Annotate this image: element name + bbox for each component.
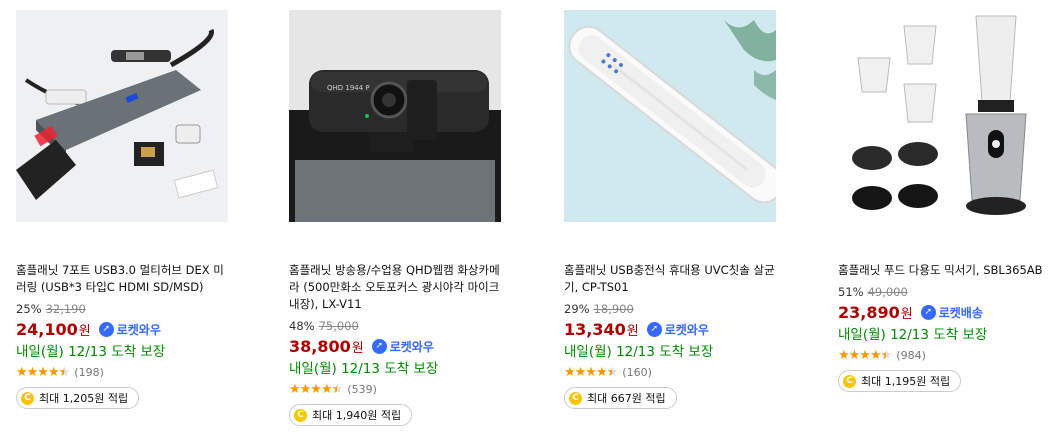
sale-price: 13,340 xyxy=(564,319,626,339)
badge-label: 로켓와우 xyxy=(389,339,434,354)
rocket-icon: ➚ xyxy=(98,321,114,337)
rocket-icon: ➚ xyxy=(371,338,387,354)
currency-unit: 원 xyxy=(351,340,364,356)
price-row: 13,340 원 ➚ 로켓와우 xyxy=(564,319,812,339)
discount-row: 25% 32,190 xyxy=(16,302,264,316)
badge-label: 로켓와우 xyxy=(664,322,709,337)
price-row: 38,800 원 ➚ 로켓와우 xyxy=(289,336,537,356)
rocket-badge: ➚ 로켓와우 xyxy=(646,321,709,338)
review-count: (198) xyxy=(74,366,104,379)
delivery-info: 내일(월) 12/13 도착 보장 xyxy=(289,361,439,377)
product-card[interactable]: QHD 1944 P 홈플래닛 방송용/수업용 QHD웹캠 화상카메라 (500… xyxy=(289,10,537,426)
webcam-illustration: QHD 1944 P xyxy=(289,10,501,222)
review-count: (539) xyxy=(347,383,377,396)
sale-price: 24,100 xyxy=(16,319,78,339)
product-image-webcam[interactable]: QHD 1944 P xyxy=(289,10,501,222)
product-title[interactable]: 홈플래닛 푸드 다용도 믹서기, SBL365AB xyxy=(838,262,1050,279)
rocket-badge: ➚ 로켓와우 xyxy=(371,338,434,355)
star-rating: ★★★★★★ xyxy=(564,365,618,380)
usb-hub-illustration xyxy=(16,28,219,200)
cashback-text: 최대 1,195원 적립 xyxy=(861,375,951,388)
discount-rate: 51% xyxy=(838,285,864,299)
star-rating: ★★★★★★ xyxy=(289,382,343,397)
rocket-icon: ➚ xyxy=(646,321,662,337)
sterilizer-illustration xyxy=(564,10,776,222)
coin-icon: C xyxy=(843,374,856,388)
price-row: 24,100 원 ➚ 로켓와우 xyxy=(16,319,264,339)
discount-row: 48% 75,000 xyxy=(289,319,537,333)
product-image-blender[interactable] xyxy=(838,10,1050,222)
review-count: (160) xyxy=(622,366,652,379)
cashback-text: 최대 1,940원 적립 xyxy=(312,409,402,422)
review-count: (984) xyxy=(896,349,926,362)
discount-row: 29% 18,900 xyxy=(564,302,812,316)
delivery-info: 내일(월) 12/13 도착 보장 xyxy=(838,327,988,343)
rocket-icon: ➚ xyxy=(920,304,936,320)
rating-row: ★★★★★★ (160) xyxy=(564,365,812,380)
cashback-badge: C 최대 667원 적립 xyxy=(564,387,677,409)
cashback-text: 최대 667원 적립 xyxy=(587,392,666,405)
webcam-label: QHD 1944 P xyxy=(327,84,370,92)
currency-unit: 원 xyxy=(78,323,91,339)
sale-price: 23,890 xyxy=(838,302,900,322)
product-card[interactable]: 홈플래닛 7포트 USB3.0 멀티허브 DEX 미러링 (USB*3 타입C … xyxy=(16,10,264,409)
cashback-badge: C 최대 1,205원 적립 xyxy=(16,387,140,409)
blender-illustration xyxy=(852,15,1027,215)
currency-unit: 원 xyxy=(626,323,639,339)
product-title[interactable]: 홈플래닛 USB충전식 휴대용 UVC칫솔 살균기, CP-TS01 xyxy=(564,262,776,296)
badge-label: 로켓배송 xyxy=(938,305,983,320)
product-image-usb-hub[interactable] xyxy=(16,10,228,222)
rating-row: ★★★★★★ (984) xyxy=(838,348,1064,363)
discount-row: 51% 49,000 xyxy=(838,285,1064,299)
original-price: 49,000 xyxy=(867,285,908,299)
coin-icon: C xyxy=(294,408,307,422)
rating-row: ★★★★★★ (198) xyxy=(16,365,264,380)
badge-label: 로켓와우 xyxy=(116,322,161,337)
product-title[interactable]: 홈플래닛 7포트 USB3.0 멀티허브 DEX 미러링 (USB*3 타입C … xyxy=(16,262,228,296)
cashback-text: 최대 1,205원 적립 xyxy=(39,392,129,405)
product-card[interactable]: 홈플래닛 USB충전식 휴대용 UVC칫솔 살균기, CP-TS01 29% 18… xyxy=(564,10,812,409)
original-price: 32,190 xyxy=(45,302,86,316)
sale-price: 38,800 xyxy=(289,336,351,356)
star-rating: ★★★★★★ xyxy=(838,348,892,363)
discount-rate: 25% xyxy=(16,302,42,316)
delivery-info: 내일(월) 12/13 도착 보장 xyxy=(16,344,166,360)
rating-row: ★★★★★★ (539) xyxy=(289,382,537,397)
discount-rate: 48% xyxy=(289,319,315,333)
cashback-badge: C 최대 1,195원 적립 xyxy=(838,370,962,392)
delivery-info: 내일(월) 12/13 도착 보장 xyxy=(564,344,714,360)
price-row: 23,890 원 ➚ 로켓배송 xyxy=(838,302,1064,322)
rocket-badge: ➚ 로켓와우 xyxy=(98,321,161,338)
currency-unit: 원 xyxy=(900,306,913,322)
cashback-badge: C 최대 1,940원 적립 xyxy=(289,404,413,426)
star-rating: ★★★★★★ xyxy=(16,365,70,380)
coin-icon: C xyxy=(21,391,34,405)
coin-icon: C xyxy=(569,391,582,405)
product-title[interactable]: 홈플래닛 방송용/수업용 QHD웹캠 화상카메라 (500만화소 오토포커스 광… xyxy=(289,262,501,313)
discount-rate: 29% xyxy=(564,302,590,316)
product-image-sterilizer[interactable] xyxy=(564,10,776,222)
rocket-badge: ➚ 로켓배송 xyxy=(920,304,983,321)
original-price: 75,000 xyxy=(318,319,359,333)
product-card[interactable]: 홈플래닛 푸드 다용도 믹서기, SBL365AB 51% 49,000 23,8… xyxy=(838,10,1064,392)
original-price: 18,900 xyxy=(593,302,634,316)
